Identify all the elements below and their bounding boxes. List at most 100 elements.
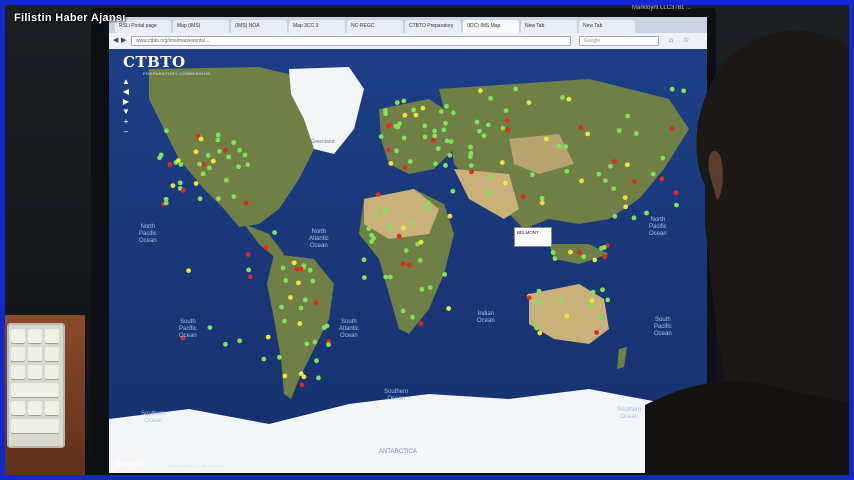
station-marker[interactable]	[596, 171, 602, 177]
station-marker[interactable]	[394, 148, 399, 154]
station-marker[interactable]	[402, 165, 408, 170]
station-marker[interactable]	[487, 174, 493, 179]
station-marker[interactable]	[427, 285, 433, 290]
station-marker[interactable]	[215, 132, 221, 138]
station-marker[interactable]	[205, 153, 211, 158]
station-marker[interactable]	[298, 266, 304, 272]
station-marker[interactable]	[450, 188, 456, 194]
station-marker[interactable]	[419, 287, 425, 292]
station-marker[interactable]	[217, 149, 222, 154]
station-marker[interactable]	[468, 163, 474, 168]
station-marker[interactable]	[432, 133, 438, 139]
station-marker[interactable]	[418, 321, 424, 327]
station-marker[interactable]	[438, 109, 444, 114]
browser-tab[interactable]: Map (IMS)	[173, 20, 229, 33]
station-marker[interactable]	[237, 338, 243, 344]
pan-down-icon[interactable]: ▼	[119, 107, 133, 117]
station-marker[interactable]	[401, 225, 406, 231]
station-marker[interactable]	[503, 180, 508, 186]
station-marker[interactable]	[236, 164, 241, 170]
station-marker[interactable]	[598, 314, 604, 320]
station-marker[interactable]	[361, 275, 367, 280]
browser-tab[interactable]: (IDC) IMS Map	[463, 20, 519, 33]
station-marker[interactable]	[423, 205, 429, 211]
station-marker[interactable]	[383, 274, 389, 280]
station-marker[interactable]	[499, 160, 505, 165]
station-marker[interactable]	[303, 297, 308, 303]
station-marker[interactable]	[447, 152, 453, 158]
browser-tab[interactable]: New Tab	[579, 20, 635, 33]
station-marker[interactable]	[500, 125, 506, 131]
station-marker[interactable]	[261, 356, 267, 362]
station-marker[interactable]	[312, 339, 318, 345]
station-marker[interactable]	[223, 341, 228, 347]
station-marker[interactable]	[485, 122, 491, 128]
station-marker[interactable]	[291, 260, 297, 266]
station-marker[interactable]	[631, 179, 637, 185]
station-marker[interactable]	[396, 233, 402, 239]
station-marker[interactable]	[444, 138, 450, 144]
station-marker[interactable]	[477, 128, 482, 134]
station-marker[interactable]	[386, 147, 391, 153]
station-marker[interactable]	[616, 128, 622, 133]
station-marker[interactable]	[197, 196, 203, 202]
station-marker[interactable]	[558, 297, 564, 303]
station-marker[interactable]	[298, 371, 304, 377]
station-marker[interactable]	[170, 183, 176, 189]
station-marker[interactable]	[566, 96, 572, 102]
station-marker[interactable]	[577, 249, 582, 255]
station-marker[interactable]	[298, 305, 304, 311]
browser-tab[interactable]: NC-REGC	[347, 20, 403, 33]
zoom-in-icon[interactable]: +	[119, 117, 133, 127]
station-marker[interactable]	[210, 158, 216, 164]
pan-up-icon[interactable]: ▲	[119, 77, 133, 87]
station-marker[interactable]	[481, 133, 487, 139]
station-marker[interactable]	[543, 136, 549, 142]
station-marker[interactable]	[418, 239, 424, 245]
station-marker[interactable]	[422, 123, 428, 129]
station-marker[interactable]	[397, 121, 403, 127]
station-marker[interactable]	[299, 382, 305, 388]
station-marker[interactable]	[447, 213, 453, 219]
station-marker[interactable]	[177, 180, 183, 186]
pan-left-right-icon[interactable]: ◀ ▶	[119, 87, 133, 107]
station-marker[interactable]	[242, 152, 248, 158]
station-marker[interactable]	[407, 159, 413, 164]
station-marker[interactable]	[245, 252, 251, 257]
station-marker[interactable]	[382, 208, 388, 213]
station-marker[interactable]	[413, 112, 419, 118]
station-marker[interactable]	[387, 224, 393, 230]
station-marker[interactable]	[442, 272, 448, 277]
station-marker[interactable]	[237, 147, 243, 153]
station-marker[interactable]	[539, 195, 545, 201]
station-marker[interactable]	[537, 330, 543, 336]
station-marker[interactable]	[387, 274, 393, 280]
station-marker[interactable]	[536, 288, 542, 294]
station-marker[interactable]	[198, 136, 204, 142]
station-marker[interactable]	[539, 200, 545, 206]
station-marker[interactable]	[310, 278, 316, 284]
station-marker[interactable]	[297, 321, 303, 327]
station-marker[interactable]	[383, 111, 388, 117]
station-marker[interactable]	[247, 274, 253, 279]
station-marker[interactable]	[631, 215, 637, 221]
station-marker[interactable]	[536, 300, 541, 305]
station-marker[interactable]	[430, 137, 436, 143]
browser-tab[interactable]: New Tab	[521, 20, 577, 33]
world-map[interactable]: CTBTO PREPARATORY COMMISSION ▲ ◀ ▶ ▼ + –…	[109, 49, 707, 473]
station-marker[interactable]	[448, 139, 454, 144]
station-marker[interactable]	[435, 146, 441, 151]
station-marker[interactable]	[223, 177, 229, 183]
station-marker[interactable]	[401, 135, 407, 141]
station-marker[interactable]	[432, 128, 437, 134]
station-marker[interactable]	[568, 249, 573, 255]
station-marker[interactable]	[552, 256, 558, 261]
station-marker[interactable]	[393, 123, 399, 129]
station-marker[interactable]	[603, 178, 608, 184]
station-marker[interactable]	[283, 278, 289, 283]
station-marker[interactable]	[622, 195, 628, 201]
station-marker[interactable]	[623, 204, 629, 210]
station-marker[interactable]	[443, 120, 448, 126]
station-marker[interactable]	[624, 162, 630, 168]
station-marker[interactable]	[585, 131, 591, 137]
